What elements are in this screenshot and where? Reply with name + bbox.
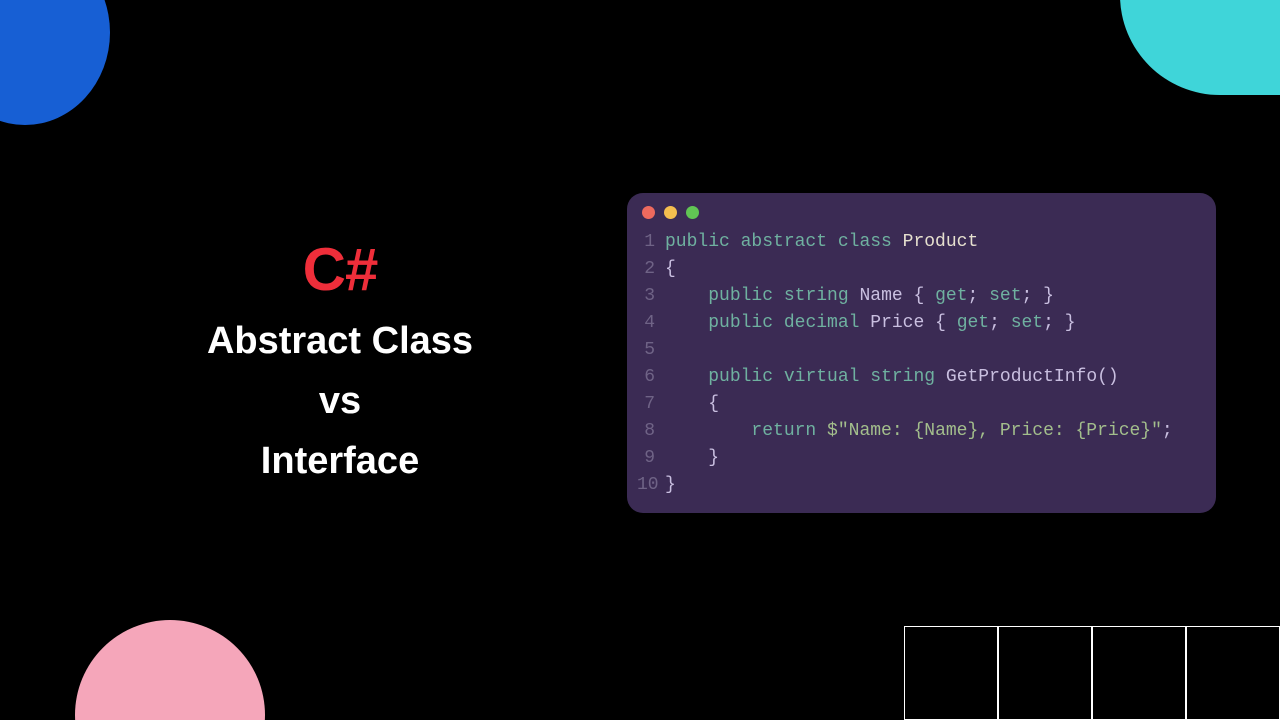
- title-line-2: vs: [140, 382, 540, 422]
- code-text: return $"Name: {Name}, Price: {Price}";: [665, 418, 1173, 445]
- slide-canvas: C# Abstract Class vs Interface 1public a…: [0, 0, 1280, 720]
- code-line: 4 public decimal Price { get; set; }: [637, 310, 1204, 337]
- code-text: public abstract class Product: [665, 229, 978, 256]
- code-line: 8 return $"Name: {Name}, Price: {Price}"…: [637, 418, 1204, 445]
- close-icon: [642, 206, 655, 219]
- code-line: 5: [637, 337, 1204, 364]
- maximize-icon: [686, 206, 699, 219]
- line-number: 1: [637, 229, 665, 256]
- code-line: 1public abstract class Product: [637, 229, 1204, 256]
- line-number: 2: [637, 256, 665, 283]
- line-number: 10: [637, 472, 665, 499]
- code-line: 9 }: [637, 445, 1204, 472]
- code-text: public string Name { get; set; }: [665, 283, 1054, 310]
- code-text: {: [665, 256, 676, 283]
- code-window: 1public abstract class Product2{3 public…: [627, 193, 1216, 513]
- code-text: public decimal Price { get; set; }: [665, 310, 1076, 337]
- code-line: 2{: [637, 256, 1204, 283]
- title-block: C# Abstract Class vs Interface: [140, 235, 540, 482]
- decoration-grid: [904, 626, 1280, 720]
- code-line: 7 {: [637, 391, 1204, 418]
- line-number: 6: [637, 364, 665, 391]
- decoration-blue-circle: [0, 0, 110, 125]
- code-text: }: [665, 472, 676, 499]
- code-line: 10}: [637, 472, 1204, 499]
- title-line-3: Interface: [140, 442, 540, 482]
- code-text: [665, 337, 676, 364]
- code-text: public virtual string GetProductInfo(): [665, 364, 1119, 391]
- line-number: 3: [637, 283, 665, 310]
- line-number: 7: [637, 391, 665, 418]
- title-line-1: Abstract Class: [140, 322, 540, 362]
- line-number: 5: [637, 337, 665, 364]
- decoration-cyan-quarter: [1120, 0, 1280, 95]
- decoration-pink-circle: [75, 620, 265, 720]
- line-number: 9: [637, 445, 665, 472]
- code-body: 1public abstract class Product2{3 public…: [627, 229, 1216, 499]
- code-text: }: [665, 445, 719, 472]
- line-number: 4: [637, 310, 665, 337]
- code-line: 3 public string Name { get; set; }: [637, 283, 1204, 310]
- line-number: 8: [637, 418, 665, 445]
- code-line: 6 public virtual string GetProductInfo(): [637, 364, 1204, 391]
- code-text: {: [665, 391, 719, 418]
- code-titlebar: [627, 193, 1216, 229]
- title-logo: C#: [140, 235, 540, 304]
- minimize-icon: [664, 206, 677, 219]
